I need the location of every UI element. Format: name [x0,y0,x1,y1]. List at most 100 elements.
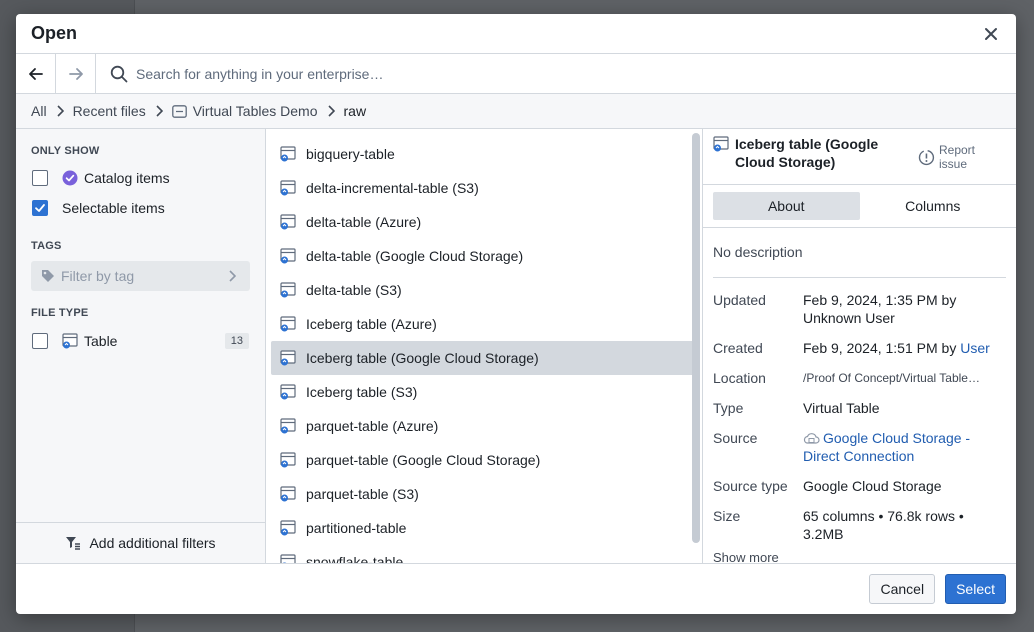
file-list-item[interactable]: parquet-table (S3) [271,477,697,511]
prop-value: 65 columns • 76.8k rows • 3.2MB [803,508,964,542]
file-list-item[interactable]: Iceberg table (S3) [271,375,697,409]
file-type-heading: FILE TYPE [31,307,89,319]
breadcrumb: All Recent files Virtual Tables Demo raw [16,94,1016,129]
checkmark-icon [35,204,45,212]
table-icon [280,520,296,536]
file-list-item[interactable]: delta-incremental-table (S3) [271,171,697,205]
add-filters-label: Add additional filters [89,535,216,551]
file-list: bigquery-table delta-incremental-table (S… [266,129,702,563]
file-list-item[interactable]: bigquery-table [271,137,697,171]
description: No description [713,244,803,260]
verified-badge-icon [62,170,78,186]
file-name: Iceberg table (S3) [306,384,418,400]
chevron-right-icon [327,105,335,117]
breadcrumb-current[interactable]: raw [344,103,367,119]
prop-value: Google Cloud Storage - Direct Connection [803,429,1006,471]
prop-key: Created [713,340,763,356]
table-icon [280,146,296,162]
prop-key: Location [713,370,766,386]
tab-about[interactable]: About [713,192,860,220]
dialog-header: Open [16,14,1016,54]
file-list-item[interactable]: parquet-table (Azure) [271,409,697,443]
cancel-button[interactable]: Cancel [869,574,936,604]
back-button[interactable] [16,54,56,93]
table-icon [280,316,296,332]
table-icon [280,248,296,264]
created-user-link[interactable]: User [960,340,990,356]
table-icon [280,350,296,366]
file-list-item[interactable]: snowflake-table [271,545,697,563]
show-more-link[interactable]: Show more [703,546,1016,563]
file-list-item[interactable]: Iceberg table (Azure) [271,307,697,341]
filter-list-icon [66,537,81,550]
select-button[interactable]: Select [945,574,1006,604]
file-name: parquet-table (S3) [306,486,419,502]
dialog-title: Open [31,23,78,43]
catalog-items-filter[interactable]: Catalog items [16,163,265,193]
table-type-checkbox[interactable] [32,333,48,349]
prop-created: Created Feb 9, 2024, 1:51 PM by User [713,336,1006,366]
prop-value: Feb 9, 2024, 1:51 PM by User [803,339,1006,363]
search-icon [110,65,128,82]
properties-list: Updated Feb 9, 2024, 1:35 PM by Unknown … [703,278,1016,546]
report-issue-label: Report issue [938,143,976,171]
table-icon [280,214,296,230]
add-filters-button[interactable]: Add additional filters [16,522,265,563]
file-name: partitioned-table [306,520,407,536]
table-icon [280,282,296,298]
detail-header: Iceberg table (Google Cloud Storage) Rep… [703,129,1016,171]
file-list-item[interactable]: parquet-table (Google Cloud Storage) [271,443,697,477]
selectable-items-filter[interactable]: Selectable items [16,193,265,223]
prop-type: Type Virtual Table [713,396,1006,426]
table-icon [280,418,296,434]
breadcrumb-recent-files[interactable]: Recent files [73,103,146,119]
cloud-connection-icon [803,433,820,444]
report-issue-icon [918,149,935,165]
table-icon [280,384,296,400]
created-date: Feb 9, 2024, 1:51 PM by [803,340,961,356]
location-path[interactable]: /Proof Of Concept/Virtual Table… [803,369,1006,393]
catalog-items-label: Catalog items [84,170,170,186]
tags-heading: TAGS [31,240,62,252]
search-wrap [96,54,1016,93]
detail-tabs: About Columns [703,184,1016,228]
file-name: Iceberg table (Google Cloud Storage) [306,350,539,366]
tag-filter-input[interactable]: Filter by tag [31,261,250,291]
report-issue-button[interactable]: Report issue [918,143,1006,171]
close-button[interactable] [980,23,1002,45]
arrow-left-icon [28,67,43,80]
breadcrumb-project[interactable]: Virtual Tables Demo [171,103,318,119]
tag-filter-placeholder: Filter by tag [61,268,135,284]
selectable-items-label: Selectable items [62,200,165,216]
source-link[interactable]: Google Cloud Storage - Direct Connection [803,430,970,464]
table-type-filter[interactable]: Table 13 [16,326,265,356]
file-list-item[interactable]: delta-table (S3) [271,273,697,307]
open-dialog: Open All Recent files Virtual Tables Dem… [16,14,1016,614]
breadcrumb-all[interactable]: All [31,103,47,119]
table-icon [280,486,296,502]
table-icon [280,554,296,563]
file-name: delta-incremental-table (S3) [306,180,479,196]
tab-columns[interactable]: Columns [860,192,1007,220]
list-scrollbar[interactable] [692,133,700,543]
file-list-item[interactable]: Iceberg table (Google Cloud Storage) [271,341,697,375]
close-icon [985,27,997,40]
forward-button[interactable] [56,54,96,93]
file-list-item[interactable]: delta-table (Azure) [271,205,697,239]
prop-key: Source type [713,478,788,494]
detail-title: Iceberg table (Google Cloud Storage) [735,136,879,170]
selectable-items-checkbox[interactable] [32,200,48,216]
file-name: Iceberg table (Azure) [306,316,437,332]
table-type-label: Table [84,333,118,349]
file-name: parquet-table (Azure) [306,418,439,434]
table-icon [62,333,78,349]
dialog-footer: Cancel Select [16,563,1016,614]
detail-panel: Iceberg table (Google Cloud Storage) Rep… [703,129,1016,563]
file-list-item[interactable]: delta-table (Google Cloud Storage) [271,239,697,273]
file-list-item[interactable]: partitioned-table [271,511,697,545]
search-bar [16,54,1016,94]
project-icon [171,104,187,118]
search-input[interactable] [136,65,1016,82]
catalog-items-checkbox[interactable] [32,170,48,186]
prop-key: Size [713,508,741,524]
